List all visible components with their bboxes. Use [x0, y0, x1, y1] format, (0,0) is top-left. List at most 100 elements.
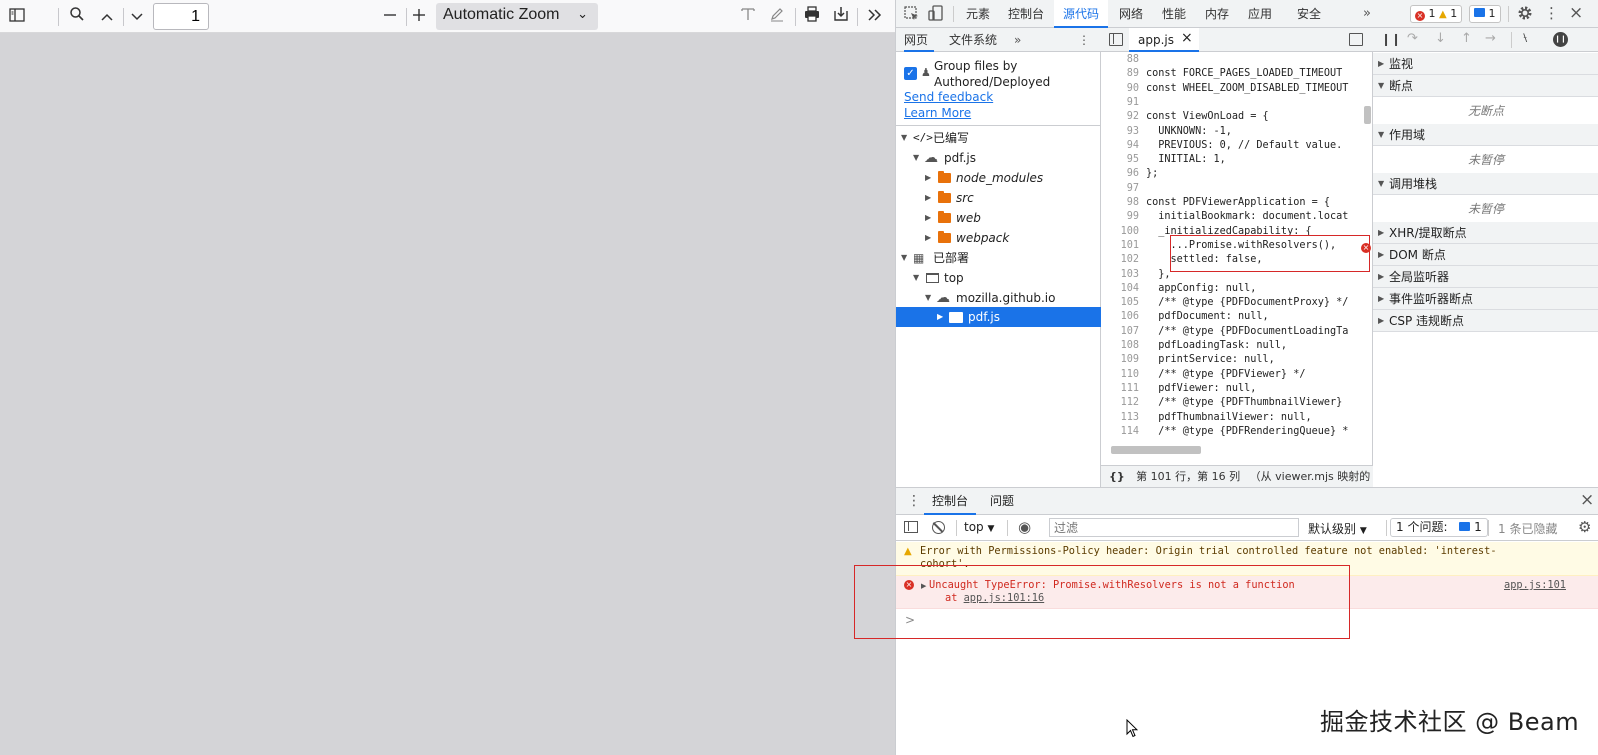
line-number[interactable]: 104 — [1101, 282, 1139, 296]
device-toolbar-icon[interactable] — [928, 5, 944, 25]
close-icon[interactable]: × — [1580, 490, 1594, 510]
debugger-section-header[interactable]: ▶ 监视 — [1373, 53, 1598, 75]
error-count-badge[interactable]: × 1 ▲ 1 — [1410, 5, 1463, 23]
tree-item-top[interactable]: ▼ top — [896, 268, 1101, 288]
tab-sources[interactable]: 源代码 — [1054, 0, 1108, 28]
more-options-icon[interactable]: ⋮ — [907, 493, 921, 509]
more-tabs-icon[interactable]: » — [1014, 28, 1021, 52]
issues-button[interactable]: 1 个问题: 1 — [1390, 518, 1488, 537]
tab-application[interactable]: 应用 — [1240, 0, 1280, 28]
line-number[interactable]: 113 — [1101, 411, 1139, 425]
debugger-section-header[interactable]: ▶ DOM 断点 — [1373, 244, 1598, 266]
tab-filesystem[interactable]: 文件系统 — [949, 28, 997, 52]
debugger-section-header[interactable]: ▶ CSP 违规断点 — [1373, 310, 1598, 332]
print-icon[interactable] — [801, 6, 823, 28]
log-level-select[interactable]: 默认级别 ▼ — [1308, 520, 1367, 537]
line-number[interactable]: 106 — [1101, 310, 1139, 324]
line-number[interactable]: 93 — [1101, 125, 1139, 139]
line-number[interactable]: 105 — [1101, 296, 1139, 310]
tree-item-deployed[interactable]: ▼ ▦ 已部署 — [896, 248, 1101, 268]
drawer-tab-console[interactable]: 控制台 — [924, 488, 977, 515]
error-source-link[interactable]: app.js:101 — [1504, 579, 1566, 592]
debugger-section-header[interactable]: ▼ 断点 — [1373, 75, 1598, 97]
console-filter-input[interactable] — [1049, 518, 1299, 537]
line-number[interactable]: 110 — [1101, 368, 1139, 382]
line-number[interactable]: 90 — [1101, 82, 1139, 96]
send-feedback-link[interactable]: Send feedback — [904, 90, 993, 104]
line-number[interactable]: 103 — [1101, 268, 1139, 282]
line-number[interactable]: 111 — [1101, 382, 1139, 396]
tab-page[interactable]: 网页 — [904, 28, 934, 52]
download-icon[interactable] — [830, 6, 852, 28]
line-number[interactable]: 98 — [1101, 196, 1139, 210]
tree-item-pdfjs-selected[interactable]: ▶ pdf.js — [896, 307, 1101, 327]
close-icon[interactable]: × — [1569, 3, 1583, 23]
more-tabs-icon[interactable]: » — [1363, 6, 1371, 21]
tree-item-pdfjs-root[interactable]: ▼ ☁ pdf.js — [896, 148, 1101, 168]
more-options-icon[interactable]: ⋮ — [1078, 28, 1090, 52]
step-over-icon[interactable]: ↷ — [1407, 31, 1418, 46]
pause-icon[interactable]: ❙❙ — [1381, 32, 1401, 46]
debugger-section-header[interactable]: ▶ 全局监听器 — [1373, 266, 1598, 288]
line-number[interactable]: 112 — [1101, 396, 1139, 410]
debugger-section-header[interactable]: ▶ XHR/提取断点 — [1373, 222, 1598, 244]
tree-item-src[interactable]: ▶ src — [896, 188, 1101, 208]
settings-gear-icon[interactable]: ⚙ — [1578, 518, 1591, 536]
toggle-debugger-icon[interactable] — [1349, 33, 1363, 46]
line-number[interactable]: 99 — [1101, 210, 1139, 224]
tab-elements[interactable]: 元素 — [958, 0, 998, 28]
close-icon[interactable]: × — [1181, 30, 1193, 46]
tree-item-node-modules[interactable]: ▶ node_modules — [896, 168, 1101, 188]
tab-memory[interactable]: 内存 — [1197, 0, 1237, 28]
context-select[interactable]: top ▼ — [964, 520, 994, 534]
search-icon[interactable] — [66, 6, 88, 28]
learn-more-link[interactable]: Learn More — [904, 106, 971, 120]
clear-console-icon[interactable] — [932, 521, 945, 534]
pause-on-exceptions-icon[interactable]: ❙❙ — [1553, 32, 1568, 47]
line-number[interactable]: 94 — [1101, 139, 1139, 153]
horizontal-scrollbar[interactable] — [1111, 446, 1201, 454]
deactivate-breakpoints-icon[interactable]: ⧷ — [1523, 31, 1527, 46]
message-count-badge[interactable]: 1 — [1469, 5, 1501, 23]
tab-performance[interactable]: 性能 — [1154, 0, 1194, 28]
tab-security[interactable]: 安全 — [1289, 0, 1329, 28]
tree-item-web[interactable]: ▶ web — [896, 208, 1101, 228]
group-files-checkbox[interactable]: ✓ — [904, 67, 917, 80]
tree-item-host[interactable]: ▼ ☁ mozilla.github.io — [896, 288, 1101, 308]
tab-network[interactable]: 网络 — [1111, 0, 1151, 28]
line-number[interactable]: 114 — [1101, 425, 1139, 439]
line-number[interactable]: 107 — [1101, 325, 1139, 339]
tab-app-js[interactable]: app.js × — [1129, 28, 1199, 52]
sidebar-toggle-icon[interactable] — [904, 521, 918, 533]
eye-icon[interactable]: ◉ — [1018, 518, 1031, 536]
more-options-icon[interactable]: ⋮ — [1544, 4, 1559, 22]
debugger-section-header[interactable]: ▶ 事件监听器断点 — [1373, 288, 1598, 310]
line-number[interactable]: 108 — [1101, 339, 1139, 353]
toggle-navigator-icon[interactable] — [1109, 33, 1123, 46]
line-number[interactable]: 92 — [1101, 110, 1139, 124]
line-number[interactable]: 95 — [1101, 153, 1139, 167]
vertical-scrollbar[interactable] — [1364, 106, 1371, 124]
line-number[interactable]: 102 — [1101, 253, 1139, 267]
step-icon[interactable]: → — [1485, 31, 1496, 46]
inspect-element-icon[interactable] — [904, 6, 920, 25]
line-number[interactable]: 88 — [1101, 53, 1139, 67]
text-tool-icon[interactable] — [737, 6, 759, 28]
line-number[interactable]: 101 — [1101, 239, 1139, 253]
zoom-select[interactable]: Automatic Zoom ⌄ — [436, 3, 598, 30]
settings-gear-icon[interactable] — [1517, 5, 1533, 24]
debugger-section-header[interactable]: ▼ 作用域 — [1373, 124, 1598, 146]
tab-console[interactable]: 控制台 — [1001, 0, 1051, 28]
line-number[interactable]: 96 — [1101, 167, 1139, 181]
chevron-down-icon[interactable] — [126, 6, 148, 28]
line-number[interactable]: 97 — [1101, 182, 1139, 196]
tree-item-webpack[interactable]: ▶ webpack — [896, 228, 1101, 248]
draw-tool-icon[interactable] — [766, 6, 788, 28]
line-number[interactable]: 89 — [1101, 67, 1139, 81]
tree-item-authored[interactable]: ▼ </> 已编写 — [896, 128, 1101, 148]
more-tools-icon[interactable] — [864, 6, 886, 28]
sidebar-toggle-icon[interactable] — [6, 6, 28, 28]
step-into-icon[interactable]: ↓ — [1435, 31, 1446, 46]
zoom-in-icon[interactable] — [408, 6, 430, 28]
chevron-up-icon[interactable] — [96, 6, 118, 28]
